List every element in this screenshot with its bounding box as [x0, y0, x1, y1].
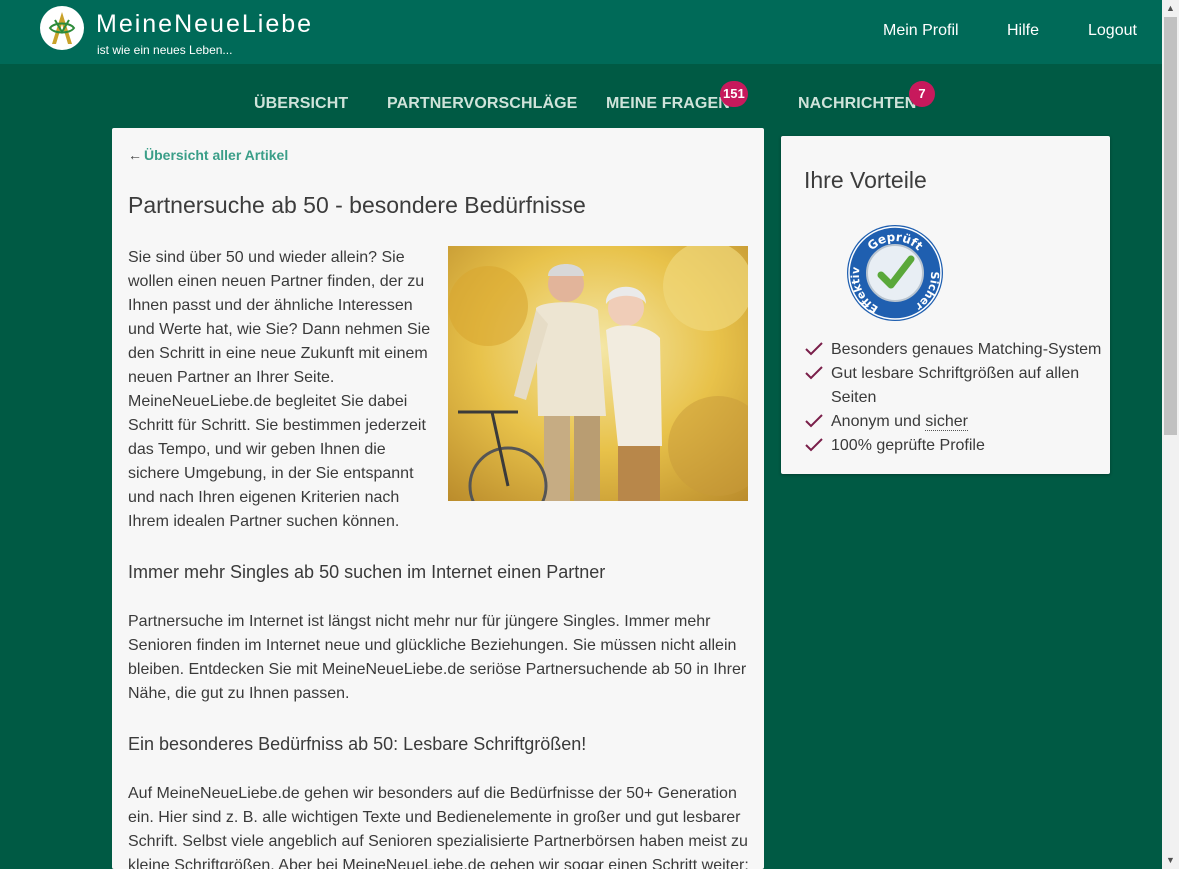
benefits-title: Ihre Vorteile [804, 167, 927, 193]
meine-fragen-badge: 151 [720, 81, 748, 107]
page-scrollbar[interactable]: ▲ ▼ [1162, 0, 1179, 869]
benefits-list: Besonders genaues Matching-System Gut le… [805, 338, 1105, 458]
benefits-card: Ihre Vorteile Geprüft Effektiv Sicher Be… [781, 136, 1110, 474]
article-title: Partnersuche ab 50 - besondere Bedürfnis… [128, 192, 586, 218]
paragraph-internet: Partnersuche im Internet ist längst nich… [128, 613, 747, 702]
section-heading-schriftgroessen: Ein besonderes Bedürfniss ab 50: Lesbare… [128, 734, 587, 754]
sicher-tooltip-term[interactable]: sicher [925, 413, 968, 431]
list-item: 100% geprüfte Profile [805, 434, 1105, 458]
tab-meine-fragen[interactable]: MEINE FRAGEN [606, 95, 730, 113]
check-icon [805, 438, 823, 452]
nav-hilfe[interactable]: Hilfe [1007, 22, 1039, 40]
back-link-label: Übersicht aller Artikel [144, 147, 289, 163]
scroll-up-icon[interactable]: ▲ [1162, 0, 1179, 17]
nav-mein-profil[interactable]: Mein Profil [883, 22, 959, 40]
top-header: MeineNeueLiebe ist wie ein neues Leben..… [0, 0, 1162, 64]
tab-nachrichten[interactable]: NACHRICHTEN [798, 95, 916, 113]
section-heading-singles: Immer mehr Singles ab 50 suchen im Inter… [128, 562, 606, 582]
nav-logout[interactable]: Logout [1088, 22, 1137, 40]
verified-seal-icon: Geprüft Effektiv Sicher [845, 223, 945, 323]
brand-subtitle: ist wie ein neues Leben... [97, 43, 233, 57]
logo-icon[interactable] [40, 6, 84, 50]
list-item: Gut lesbare Schriftgrößen auf allen Seit… [805, 362, 1105, 410]
scrollbar-thumb[interactable] [1164, 17, 1177, 435]
tab-partnervorschlaege[interactable]: PARTNERVORSCHLÄGE [387, 95, 577, 113]
check-icon [805, 366, 823, 380]
back-to-articles-link[interactable]: ← Übersicht aller Artikel [128, 147, 288, 163]
nachrichten-badge: 7 [909, 81, 935, 107]
arrow-left-icon: ← [128, 147, 142, 163]
paragraph-schrift: Auf MeineNeueLiebe.de gehen wir besonder… [128, 785, 749, 869]
tab-uebersicht[interactable]: ÜBERSICHT [254, 95, 348, 113]
scroll-down-icon[interactable]: ▼ [1162, 852, 1179, 869]
list-item: Besonders genaues Matching-System [805, 338, 1105, 362]
check-icon [805, 342, 823, 356]
brand-title[interactable]: MeineNeueLiebe [96, 10, 313, 39]
check-icon [805, 414, 823, 428]
intro-paragraph: Sie sind über 50 und wieder allein? Sie … [128, 249, 431, 530]
list-item: Anonym und sicher [805, 410, 1105, 434]
senior-couple-photo [448, 246, 748, 501]
article-card: ← Übersicht aller Artikel Partnersuche ab… [112, 128, 764, 869]
